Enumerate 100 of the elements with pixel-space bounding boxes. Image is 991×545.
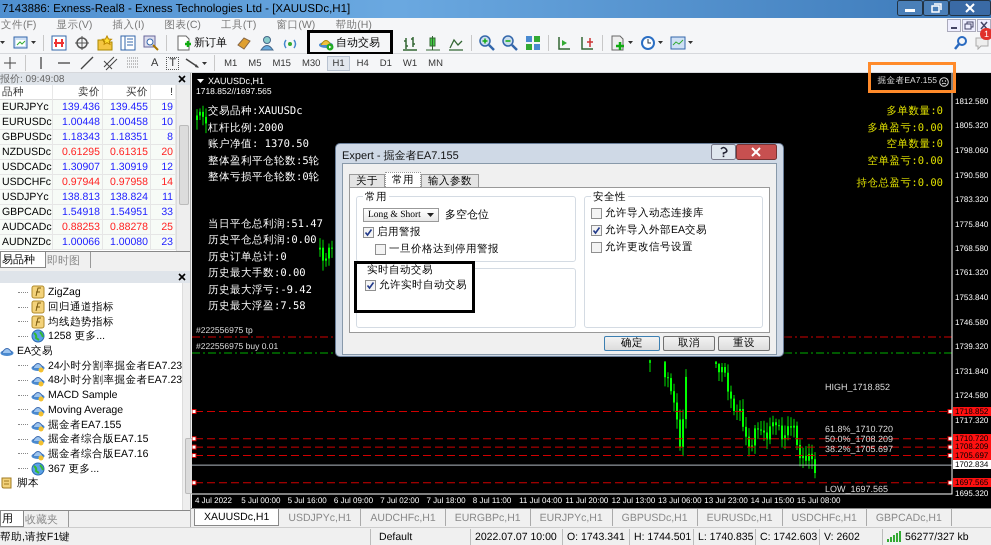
close-icon[interactable] xyxy=(949,0,991,16)
checkbox[interactable]: 允许导入外部EA交易 xyxy=(591,224,708,237)
minimize-icon[interactable] xyxy=(897,0,923,16)
checkbox[interactable]: 一旦价格达到停用警报 xyxy=(375,243,499,256)
menu-item[interactable]: 显示(V) xyxy=(55,18,100,32)
table-cell: 0.61295 xyxy=(53,145,103,160)
checkbox[interactable]: 允许导入动态连接库 xyxy=(591,207,704,220)
menu-item[interactable]: 帮助(H) xyxy=(334,18,380,32)
tree-item[interactable]: EA交易 xyxy=(17,344,54,358)
candlestick-icon[interactable] xyxy=(425,34,441,50)
timeframe-button[interactable]: M5 xyxy=(244,56,266,70)
person-icon[interactable] xyxy=(259,34,275,50)
scrollbar[interactable] xyxy=(182,283,190,510)
tree-item[interactable]: 掘金者综合版EA7.16 xyxy=(48,446,148,461)
new-order-button[interactable]: 新订单 xyxy=(172,32,231,52)
menu-item[interactable]: 窗口(W) xyxy=(275,18,324,32)
timeframe-button[interactable]: M30 xyxy=(298,56,324,70)
caret-icon[interactable] xyxy=(202,62,208,64)
tree-item[interactable]: ZigZag xyxy=(48,286,81,298)
timeframe-button[interactable]: M1 xyxy=(220,56,242,70)
dropdown[interactable]: Long & Short xyxy=(363,208,439,222)
tree-item[interactable]: MACD Sample xyxy=(48,389,118,402)
zoom-in-icon[interactable] xyxy=(479,34,495,50)
zoom-out-icon[interactable] xyxy=(502,34,518,50)
tree-item[interactable]: 回归通道指标 xyxy=(48,300,114,314)
tree-item[interactable]: 367 更多... xyxy=(48,462,100,476)
time-label: 11 Jul 20:00 xyxy=(565,495,610,507)
autoscroll-icon[interactable] xyxy=(579,34,595,50)
caret-icon[interactable] xyxy=(688,41,693,44)
dialog-tab[interactable]: 关于 xyxy=(349,174,385,187)
menu-item[interactable]: 文件(F) xyxy=(0,18,44,32)
dropdown-triangle-icon[interactable] xyxy=(197,79,204,83)
tree-item[interactable]: 24小时分割率掘金者EA7.23 xyxy=(48,358,182,373)
table-cell: EURUSDc xyxy=(0,115,53,130)
tree-item[interactable]: 脚本 xyxy=(17,476,39,490)
tile-windows-icon[interactable] xyxy=(525,34,541,50)
close-icon[interactable] xyxy=(178,75,186,83)
minimize-icon[interactable] xyxy=(947,18,961,32)
table-cell: 1.18343 xyxy=(53,130,103,145)
help-icon[interactable] xyxy=(711,144,736,160)
table-cell: 1.54918 xyxy=(53,205,103,220)
menu-item[interactable]: 工具(T) xyxy=(220,18,264,32)
timeframe-button[interactable]: MN xyxy=(424,56,447,70)
checkbox[interactable]: 允许更改信号设置 xyxy=(591,241,693,254)
restore-icon[interactable] xyxy=(962,18,976,32)
menu-item[interactable]: 插入(I) xyxy=(111,18,152,32)
star-folder-icon[interactable] xyxy=(97,34,113,50)
text-label-tool[interactable]: T xyxy=(166,56,180,70)
chat-icon[interactable] xyxy=(975,35,989,50)
panel-icon[interactable] xyxy=(120,34,136,50)
search-icon[interactable] xyxy=(953,35,967,50)
timeframe-button[interactable]: H1 xyxy=(327,56,350,70)
tree-item[interactable]: Moving Average xyxy=(48,404,124,416)
restore-icon[interactable] xyxy=(923,0,949,16)
chart-shift-icon[interactable] xyxy=(556,34,572,50)
clock-icon[interactable] xyxy=(640,34,656,50)
timeframe-button[interactable]: W1 xyxy=(398,56,422,70)
caret-icon[interactable] xyxy=(628,41,633,44)
ingot-icon[interactable] xyxy=(236,34,252,50)
trend-line-icon[interactable] xyxy=(79,55,95,71)
panel-tab[interactable]: 易品种 xyxy=(0,252,46,268)
timeframe-button[interactable]: D1 xyxy=(376,56,396,70)
dialog-tab[interactable]: 常用 xyxy=(385,172,421,187)
dialog-button[interactable]: 确定 xyxy=(604,336,660,351)
checkbox[interactable]: 启用警报 xyxy=(363,226,421,239)
bar-chart-icon[interactable] xyxy=(402,34,418,50)
close-icon[interactable] xyxy=(178,273,186,281)
caret-icon[interactable] xyxy=(658,41,663,44)
dialog-button[interactable]: 重设 xyxy=(718,336,770,351)
table-cell: 33 xyxy=(151,205,176,220)
table-cell: 1.00458 xyxy=(103,115,151,130)
tree-item[interactable]: 均线趋势指标 xyxy=(48,314,114,329)
market-watch-icon[interactable] xyxy=(51,34,67,50)
scrollbar[interactable] xyxy=(176,85,190,251)
crosshair-icon[interactable] xyxy=(74,34,90,50)
text-tool[interactable]: A xyxy=(146,57,164,69)
checkbox[interactable]: 允许实时自动交易 xyxy=(365,279,467,292)
panel-tab[interactable]: 用 xyxy=(0,511,24,527)
cross-cursor-icon[interactable] xyxy=(2,55,18,71)
dialog-button[interactable]: 取消 xyxy=(663,336,715,351)
timeframe-button[interactable]: H4 xyxy=(352,56,373,70)
chart-window-icon[interactable] xyxy=(670,34,686,50)
template-plus-icon[interactable] xyxy=(610,34,626,50)
tree-item[interactable]: 掘金者综合版EA7.15 xyxy=(48,432,148,446)
timeframe-button[interactable]: M15 xyxy=(268,56,295,70)
chart-tab[interactable]: XAUUSDc,H1 xyxy=(194,509,280,526)
tree-item[interactable]: 掘金者EA7.155 xyxy=(48,418,122,432)
close-icon[interactable] xyxy=(977,18,991,32)
new-chart-icon[interactable] xyxy=(13,34,29,50)
table-cell: 23 xyxy=(151,235,176,250)
caret-icon[interactable] xyxy=(31,41,36,44)
table-cell: 1.00080 xyxy=(103,235,151,250)
scroll-icon xyxy=(0,476,14,490)
tree-item[interactable]: 48小时分割率掘金者EA7.23 xyxy=(48,373,182,388)
dialog-tab[interactable]: 输入参数 xyxy=(421,174,479,187)
menu-item[interactable]: 图表(C) xyxy=(163,18,209,32)
close-icon[interactable] xyxy=(736,144,777,160)
caret-icon[interactable] xyxy=(0,41,5,44)
indicator-icon xyxy=(31,300,45,314)
tree-item[interactable]: 1258 更多... xyxy=(48,329,106,344)
